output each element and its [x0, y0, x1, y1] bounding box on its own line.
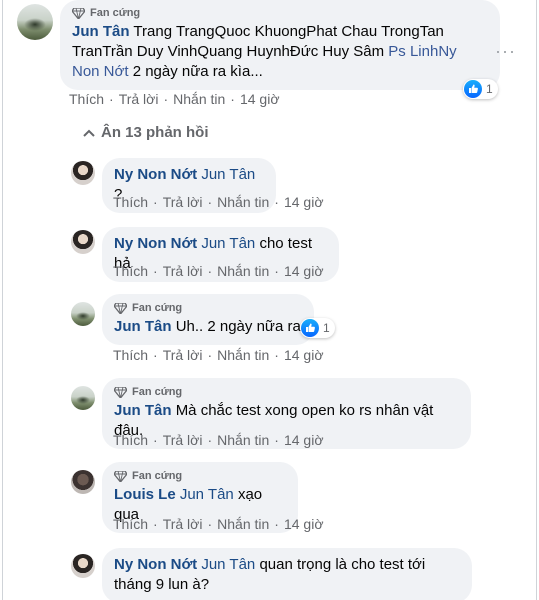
- like-icon: [464, 80, 482, 98]
- author-name[interactable]: Ny Non Nớt: [114, 166, 197, 183]
- message-button[interactable]: Nhắn tin: [173, 91, 225, 107]
- fan-badge: Fan cứng: [114, 301, 302, 315]
- reaction-count: 1: [486, 82, 493, 96]
- badge-label: Fan cứng: [132, 386, 183, 398]
- reaction-count: 1: [323, 321, 330, 335]
- comment-body: 2 ngày nữa ra kìa...: [132, 63, 263, 80]
- chevron-up-icon: [83, 129, 95, 137]
- reply-button[interactable]: Trả lời: [163, 263, 203, 279]
- mention-link[interactable]: Jun Tân: [201, 235, 255, 252]
- comment-text: Jun Tân Trang TrangQuoc KhuongPhat Chau …: [72, 22, 488, 82]
- diamond-icon: [114, 386, 127, 398]
- fan-badge: Fan cứng: [114, 469, 286, 483]
- timestamp[interactable]: 14 giờ: [284, 263, 324, 279]
- badge-label: Fan cứng: [132, 302, 183, 314]
- like-icon: [301, 319, 319, 337]
- reaction-summary[interactable]: 1: [300, 318, 335, 338]
- comment-thread: Fan cứng Jun Tân Trang TrangQuoc KhuongP…: [2, 0, 537, 600]
- avatar[interactable]: [71, 554, 95, 578]
- reply-button[interactable]: Trả lời: [163, 432, 203, 448]
- like-button[interactable]: Thích: [113, 516, 148, 532]
- timestamp[interactable]: 14 giờ: [284, 194, 324, 210]
- message-button[interactable]: Nhắn tin: [217, 347, 269, 363]
- comment-bubble: Fan cứng Jun Tân Trang TrangQuoc KhuongP…: [60, 0, 500, 90]
- reply-actions: Thích · Trả lời · Nhắn tin · 14 giờ: [113, 263, 324, 279]
- mention-link[interactable]: Jun Tân: [201, 166, 255, 183]
- timestamp[interactable]: 14 giờ: [284, 432, 324, 448]
- like-button[interactable]: Thích: [113, 263, 148, 279]
- author-name[interactable]: Jun Tân: [114, 318, 172, 335]
- author-name[interactable]: Ny Non Nớt: [114, 556, 197, 573]
- timestamp[interactable]: 14 giờ: [284, 516, 324, 532]
- reply-actions: Thích · Trả lời · Nhắn tin · 14 giờ: [113, 516, 324, 532]
- like-button[interactable]: Thích: [113, 347, 148, 363]
- author-name[interactable]: Jun Tân: [72, 23, 130, 40]
- author-name[interactable]: Jun Tân: [114, 402, 172, 419]
- reply-button[interactable]: Trả lời: [163, 347, 203, 363]
- reply-button[interactable]: Trả lời: [163, 194, 203, 210]
- diamond-icon: [114, 302, 127, 314]
- avatar[interactable]: [17, 4, 53, 40]
- badge-label: Fan cứng: [132, 470, 183, 482]
- reply-button[interactable]: Trả lời: [163, 516, 203, 532]
- avatar[interactable]: [71, 302, 95, 326]
- reply-button[interactable]: Trả lời: [119, 91, 159, 107]
- like-button[interactable]: Thích: [69, 91, 104, 107]
- reply-bubble: Ny Non Nớt Jun Tân quan trọng là cho tes…: [102, 548, 472, 600]
- badge-label: Fan cứng: [90, 7, 141, 19]
- timestamp[interactable]: 14 giờ: [284, 347, 324, 363]
- hide-replies-button[interactable]: Ân 13 phản hồi: [83, 124, 209, 141]
- mention-link[interactable]: Jun Tân: [201, 556, 255, 573]
- avatar[interactable]: [71, 230, 95, 254]
- author-name[interactable]: Louis Le: [114, 486, 176, 503]
- avatar[interactable]: [71, 161, 95, 185]
- fan-badge: Fan cứng: [72, 6, 488, 20]
- message-button[interactable]: Nhắn tin: [217, 432, 269, 448]
- reply-actions: Thích · Trả lời · Nhắn tin · 14 giờ: [113, 432, 324, 448]
- hide-replies-label: Ân 13 phản hồi: [101, 124, 209, 141]
- diamond-icon: [72, 7, 85, 19]
- message-button[interactable]: Nhắn tin: [217, 516, 269, 532]
- like-button[interactable]: Thích: [113, 432, 148, 448]
- mention-link[interactable]: Jun Tân: [180, 486, 234, 503]
- comment-actions: Thích · Trả lời · Nhắn tin · 14 giờ: [69, 91, 280, 107]
- reply-actions: Thích · Trả lời · Nhắn tin · 14 giờ: [113, 347, 324, 363]
- avatar[interactable]: [71, 386, 95, 410]
- like-button[interactable]: Thích: [113, 194, 148, 210]
- reply-bubble: Fan cứng Jun Tân Uh.. 2 ngày nữa ra: [102, 294, 314, 345]
- timestamp[interactable]: 14 giờ: [240, 91, 280, 107]
- message-button[interactable]: Nhắn tin: [217, 263, 269, 279]
- fan-badge: Fan cứng: [114, 385, 459, 399]
- reply-text: Uh.. 2 ngày nữa ra: [175, 318, 301, 335]
- more-options-icon[interactable]: ···: [495, 41, 516, 62]
- avatar[interactable]: [71, 470, 95, 494]
- reply-actions: Thích · Trả lời · Nhắn tin · 14 giờ: [113, 194, 324, 210]
- reaction-summary[interactable]: 1: [463, 79, 498, 99]
- message-button[interactable]: Nhắn tin: [217, 194, 269, 210]
- author-name[interactable]: Ny Non Nớt: [114, 235, 197, 252]
- diamond-icon: [114, 470, 127, 482]
